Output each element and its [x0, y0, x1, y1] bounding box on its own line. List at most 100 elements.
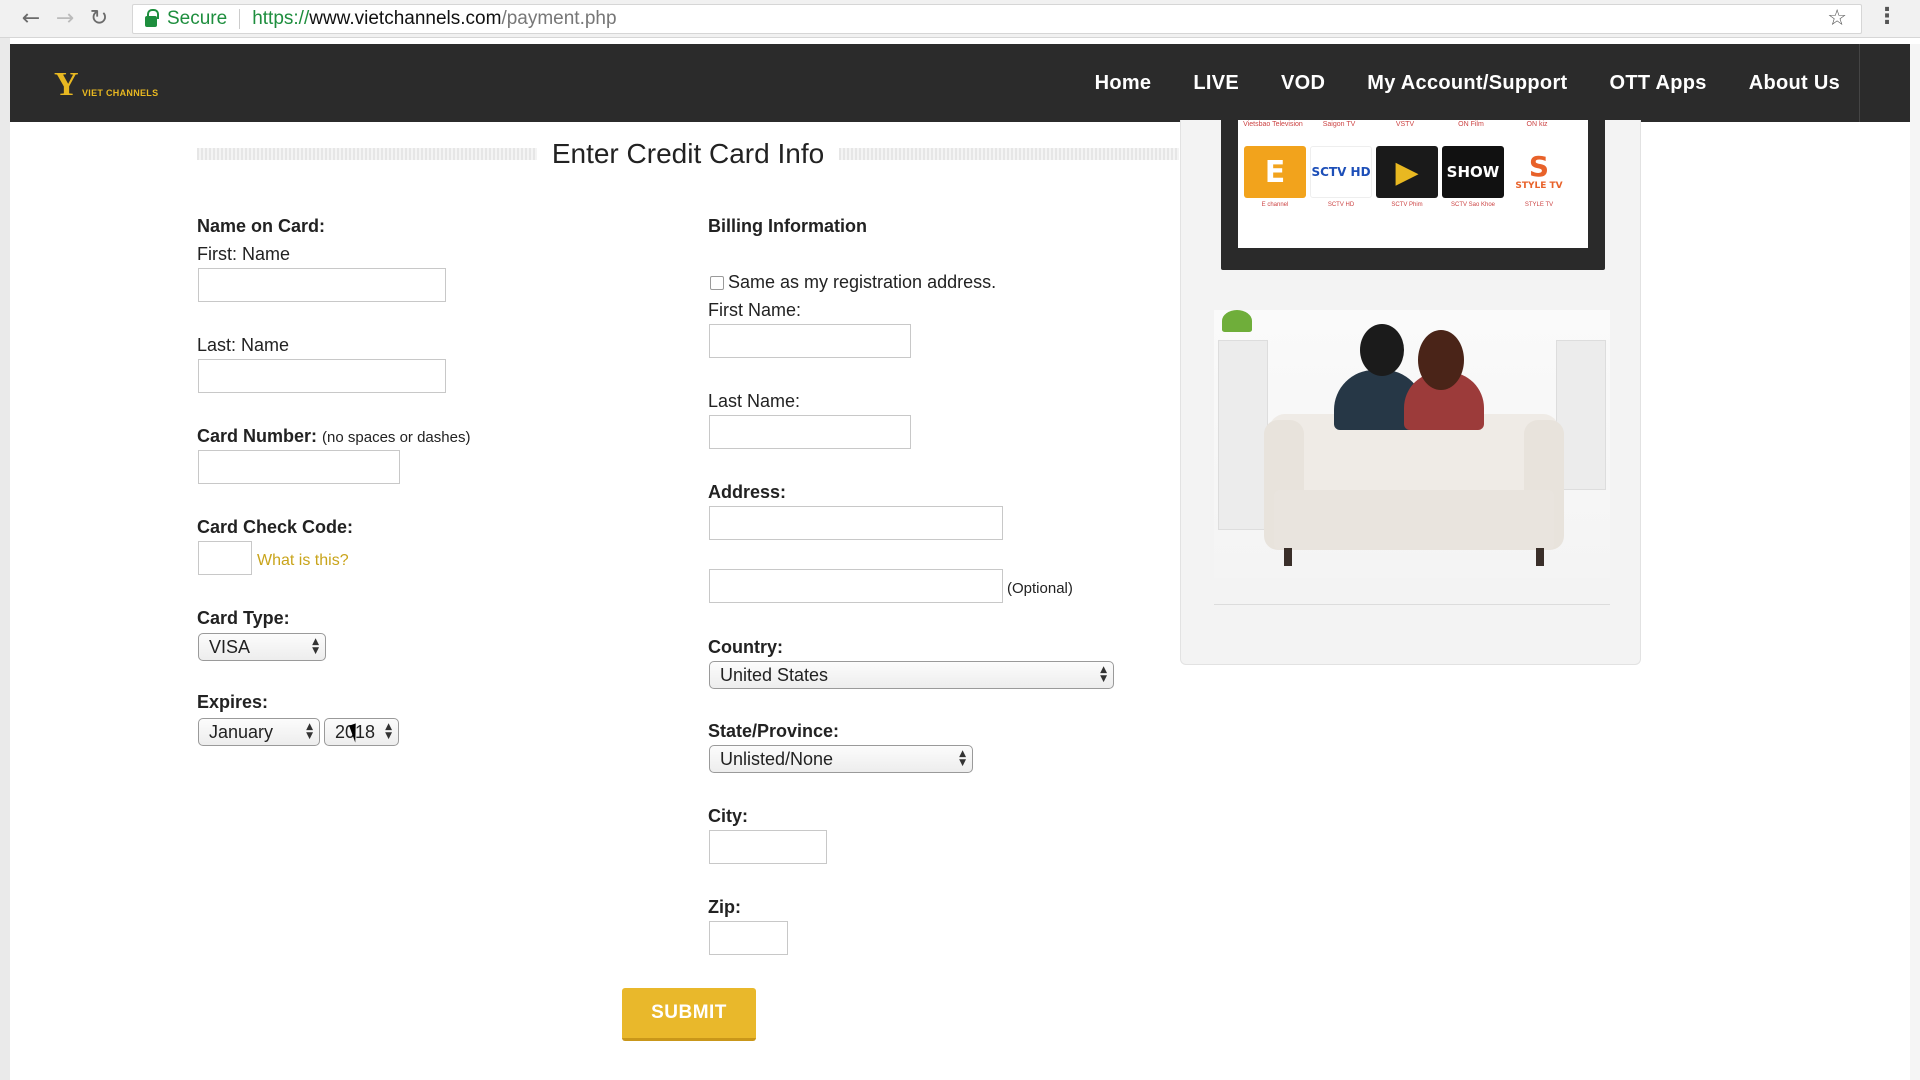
sidebar-divider: [1214, 604, 1610, 605]
living-room-photo: [1214, 310, 1610, 578]
page-title: Enter Credit Card Info: [551, 138, 825, 169]
channel-top-label: ON Film: [1458, 121, 1484, 128]
e-channel-logo: E: [1244, 146, 1306, 198]
zip-label: Zip:: [708, 897, 741, 917]
style-tv-mark: S: [1528, 150, 1550, 183]
same-address-checkbox[interactable]: [710, 276, 724, 290]
last-name-label: Last: Name: [197, 335, 290, 355]
scrollbar[interactable]: [1910, 44, 1920, 1080]
state-province-select[interactable]: Unlisted/None ▲ ▼: [709, 745, 973, 773]
tv-screen: Vietsbao Television Saigon TV VSTV ON Fi…: [1238, 120, 1588, 248]
nav-live[interactable]: LIVE: [1193, 72, 1239, 95]
select-arrows-icon: ▲ ▼: [1100, 665, 1107, 684]
man-head: [1360, 324, 1404, 376]
channel-top-label: Vietsbao Television: [1243, 121, 1303, 128]
channel-top-label: Saigon TV: [1322, 121, 1356, 128]
channel-sub-label: STYLE TV: [1524, 202, 1554, 208]
card-type-value: VISA: [209, 636, 251, 657]
card-number-input[interactable]: [198, 450, 400, 484]
expires-month-value: January: [209, 721, 274, 742]
page-left-edge: [0, 38, 10, 1080]
browser-toolbar: ← → ↻ Secure https://www.vietchannels.co…: [0, 0, 1920, 38]
channel-top-label: VSTV: [1395, 121, 1415, 128]
nav-about-us[interactable]: About Us: [1749, 72, 1840, 95]
card-check-code-label: Card Check Code:: [197, 517, 354, 537]
lock-icon: [145, 8, 159, 27]
billing-last-name-input[interactable]: [709, 415, 911, 449]
sctv-phim-logo: ▶: [1376, 146, 1438, 198]
submit-button[interactable]: SUBMIT: [622, 988, 756, 1041]
country-label: Country:: [708, 637, 783, 657]
secure-label: Secure: [167, 8, 228, 29]
channel-sub-label: SCTV Phim: [1391, 202, 1423, 208]
card-type-select[interactable]: VISA ▲ ▼: [198, 633, 326, 661]
omnibox-divider: [239, 9, 241, 29]
state-province-label: State/Province:: [708, 721, 840, 741]
url-path: /payment.php: [501, 8, 617, 29]
site-header: Y VIET CHANNELS Home LIVE VOD My Account…: [10, 44, 1910, 122]
header-divider: [1859, 44, 1860, 122]
tv-illustration: Vietsbao Television Saigon TV VSTV ON Fi…: [1221, 120, 1605, 270]
back-icon[interactable]: ←: [14, 2, 48, 36]
channel-top-label: ON kiz: [1526, 121, 1548, 128]
zip-input[interactable]: [709, 921, 788, 955]
address-line1-input[interactable]: [709, 506, 1003, 540]
style-tv-label: STYLE TV: [1515, 181, 1563, 191]
card-number-label: Card Number: (no spaces or dashes): [197, 426, 470, 447]
select-arrows-icon: ▲ ▼: [306, 722, 313, 741]
sofa-seat: [1274, 490, 1554, 550]
city-input[interactable]: [709, 830, 827, 864]
optional-label: (Optional): [1007, 580, 1073, 597]
card-number-hint: (no spaces or dashes): [322, 429, 471, 446]
channel-sub-label: SCTV Sao Khoe: [1450, 202, 1496, 208]
logo-mark: Y: [54, 66, 79, 103]
title-rule-left: [197, 148, 537, 160]
style-tv-logo: S STYLE TV: [1508, 146, 1570, 198]
same-address-label: Same as my registration address.: [728, 272, 997, 292]
what-is-this-link[interactable]: What is this?: [257, 552, 349, 570]
promo-sidebar: Vietsbao Television Saigon TV VSTV ON Fi…: [1180, 120, 1641, 665]
name-on-card-label: Name on Card:: [197, 216, 326, 236]
site-logo[interactable]: Y VIET CHANNELS: [54, 66, 174, 103]
reload-icon[interactable]: ↻: [82, 2, 116, 36]
card-check-code-input[interactable]: [198, 541, 252, 575]
sofa-leg: [1536, 548, 1544, 566]
billing-first-name-input[interactable]: [709, 324, 911, 358]
country-select[interactable]: United States ▲ ▼: [709, 661, 1114, 689]
nav-my-account-support[interactable]: My Account/Support: [1367, 72, 1567, 95]
channel-sub-label: E channel: [1261, 202, 1289, 208]
title-rule-right: [839, 148, 1179, 160]
nav-home[interactable]: Home: [1095, 72, 1152, 95]
address-bar[interactable]: Secure https://www.vietchannels.com/paym…: [132, 4, 1862, 34]
first-name-label: First: Name: [197, 244, 291, 264]
nav-vod[interactable]: VOD: [1281, 72, 1325, 95]
address-label: Address:: [708, 482, 787, 502]
woman-head: [1418, 330, 1464, 390]
plant-icon: [1222, 310, 1252, 332]
forward-icon[interactable]: →: [48, 2, 82, 36]
sctv-hd-logo: SCTV HD: [1310, 146, 1372, 198]
show-channel-logo: SHOW: [1442, 146, 1504, 198]
channel-sub-label: SCTV HD: [1327, 202, 1355, 208]
city-label: City:: [708, 806, 748, 826]
billing-last-name-label: Last Name:: [708, 391, 801, 411]
card-first-name-input[interactable]: [198, 268, 446, 302]
select-arrows-icon: ▲ ▼: [312, 637, 319, 656]
card-type-label: Card Type:: [197, 608, 290, 628]
billing-first-name-label: First Name:: [708, 300, 802, 320]
nav-ott-apps[interactable]: OTT Apps: [1610, 72, 1707, 95]
select-arrows-icon: ▲ ▼: [385, 722, 392, 741]
card-last-name-input[interactable]: [198, 359, 446, 393]
bookmark-star-icon[interactable]: ☆: [1827, 6, 1847, 31]
logo-text: VIET CHANNELS: [82, 88, 159, 98]
url-host: www.vietchannels.com: [309, 8, 502, 29]
address-line2-input[interactable]: [709, 569, 1003, 603]
browser-menu-icon[interactable]: ⋮: [1876, 4, 1898, 29]
state-province-value: Unlisted/None: [720, 748, 834, 769]
form-title-row: Enter Credit Card Info: [197, 136, 1179, 172]
expires-year-select[interactable]: 2018 ▲ ▼: [324, 718, 399, 746]
country-value: United States: [720, 664, 829, 685]
expires-month-select[interactable]: January ▲ ▼: [198, 718, 320, 746]
sofa-leg: [1284, 548, 1292, 566]
expires-label: Expires:: [197, 692, 269, 712]
